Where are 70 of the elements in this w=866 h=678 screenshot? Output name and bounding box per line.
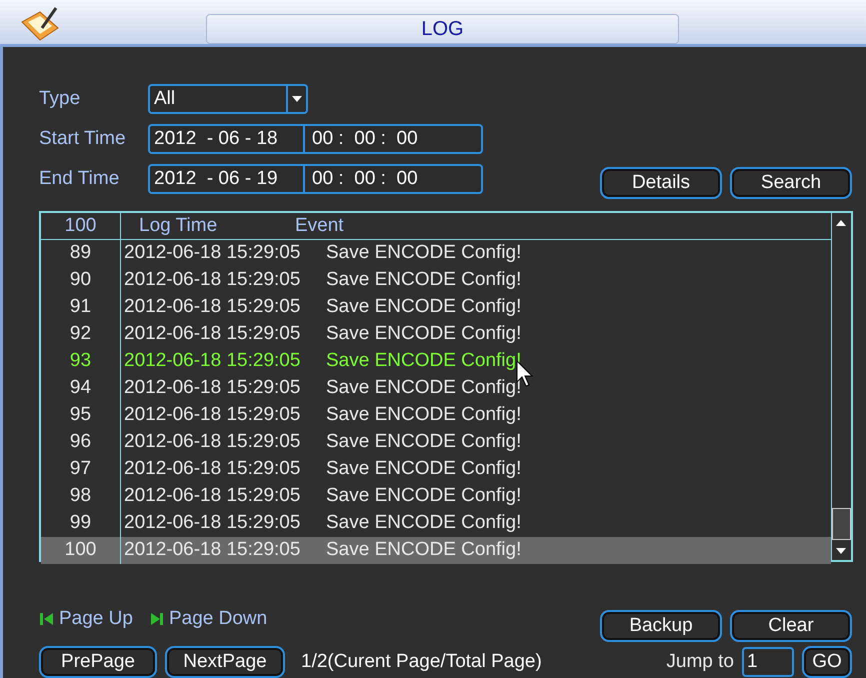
action-button[interactable]: Clear xyxy=(730,610,852,642)
table-cell-text: 2012-06-18 15:29:05 xyxy=(123,322,302,346)
table-row[interactable]: 97 2012-06-18 15:29:05 Save ENCODE Config! xyxy=(41,456,831,483)
scrollbar-thumb[interactable] xyxy=(832,508,851,540)
table-cell-text: Save ENCODE Config! xyxy=(326,322,522,346)
table-cell-text: Save ENCODE Config! xyxy=(326,484,522,508)
table-cell-text: 2012-06-18 15:29:05 xyxy=(123,376,302,400)
table-cell-text: 2012-06-18 15:29:05 xyxy=(123,295,302,320)
table-cell: 95 xyxy=(41,402,121,429)
table-row[interactable]: 91 2012-06-18 15:29:05 Save ENCODE Config! xyxy=(41,294,831,321)
action-button[interactable]: Details xyxy=(600,167,722,199)
table-cell: 100 xyxy=(41,537,121,564)
table-cell: 96 xyxy=(41,429,121,456)
table-cell-text: Save ENCODE Config! xyxy=(326,241,522,266)
table-cell: 98 xyxy=(41,483,121,510)
table-cell-text: Save ENCODE Config! xyxy=(326,268,522,292)
table-cell-text: 2012-06-18 15:29:05 xyxy=(123,241,302,266)
table-cell: 92 xyxy=(41,321,121,348)
table-cell-text: 2012-06-18 15:29:05 xyxy=(123,538,302,562)
table-row[interactable]: 96 2012-06-18 15:29:05 Save ENCODE Config! xyxy=(41,429,831,456)
table-cell: 94 xyxy=(41,375,121,402)
table-cell-text: Save ENCODE Config! xyxy=(326,349,522,374)
field-label: Type xyxy=(39,86,82,111)
table-row[interactable]: 95 2012-06-18 15:29:05 Save ENCODE Config! xyxy=(41,402,831,429)
page-key-label: Page Down xyxy=(168,606,268,631)
next-page-button[interactable]: NextPage xyxy=(165,646,285,678)
type-dropdown[interactable]: All xyxy=(148,84,308,114)
column-header: 100 xyxy=(41,213,121,239)
table-cell-text: 2012-06-18 15:29:05 xyxy=(123,511,302,536)
table-cell-text: 2012-06-18 15:29:05 xyxy=(123,457,302,482)
skip-back-icon xyxy=(39,612,55,626)
action-button[interactable]: Backup xyxy=(600,610,722,642)
table-cell-text: 2012-06-18 15:29:05 xyxy=(123,403,302,428)
jump-label: Jump to xyxy=(666,650,734,674)
table-row[interactable]: 90 2012-06-18 15:29:05 Save ENCODE Config! xyxy=(41,267,831,294)
go-button[interactable]: GO xyxy=(802,646,852,678)
table-cell: 93 xyxy=(41,348,121,375)
caret-down-icon xyxy=(292,96,302,102)
table-cell-text: 2012-06-18 15:29:05 xyxy=(123,484,302,508)
table-cell-text: 2012-06-18 15:29:05 xyxy=(123,430,302,454)
page-key-label: Page Up xyxy=(59,606,133,631)
table-cell: 91 xyxy=(41,294,121,321)
table-cell-text: Save ENCODE Config! xyxy=(326,538,522,562)
page-info: 1/2(Curent Page/Total Page) xyxy=(301,650,542,674)
jump-page-field[interactable]: 1 xyxy=(742,647,794,677)
table-cell-text: Save ENCODE Config! xyxy=(326,430,522,454)
table-cell: 97 xyxy=(41,456,121,483)
table-cell-text: Save ENCODE Config! xyxy=(326,376,522,400)
table-row[interactable]: 98 2012-06-18 15:29:05 Save ENCODE Config! xyxy=(41,483,831,510)
table-row[interactable]: 94 2012-06-18 15:29:05 Save ENCODE Config! xyxy=(41,375,831,402)
skip-forward-icon xyxy=(148,612,165,626)
column-header: Event xyxy=(295,214,344,238)
table-cell-text: Save ENCODE Config! xyxy=(326,511,522,536)
table-cell-text: 2012-06-18 15:29:05 xyxy=(123,268,302,292)
window-title: LOG xyxy=(206,14,679,44)
table-cell-text: Save ENCODE Config! xyxy=(326,457,522,482)
table-cell-text: Save ENCODE Config! xyxy=(326,403,522,428)
table-cell: 90 xyxy=(41,267,121,294)
table-row[interactable]: 100 2012-06-18 15:29:05 Save ENCODE Config! xyxy=(41,537,831,564)
column-header: Log Time xyxy=(138,214,218,238)
table-row[interactable]: 92 2012-06-18 15:29:05 Save ENCODE Config! xyxy=(41,321,831,348)
action-button[interactable]: Search xyxy=(730,167,852,199)
table-cell: 89 xyxy=(41,240,121,267)
table-cell-text: 2012-06-18 15:29:05 xyxy=(123,349,302,374)
table-row[interactable]: 93 2012-06-18 15:29:05 Save ENCODE Config! xyxy=(41,348,831,375)
field-label: Start Time xyxy=(39,126,127,151)
table-row[interactable]: 89 2012-06-18 15:29:05 Save ENCODE Config! xyxy=(41,240,831,267)
prev-page-button[interactable]: PrePage xyxy=(39,646,157,678)
table-cell-text: Save ENCODE Config! xyxy=(326,295,522,320)
field-label: End Time xyxy=(39,166,120,191)
